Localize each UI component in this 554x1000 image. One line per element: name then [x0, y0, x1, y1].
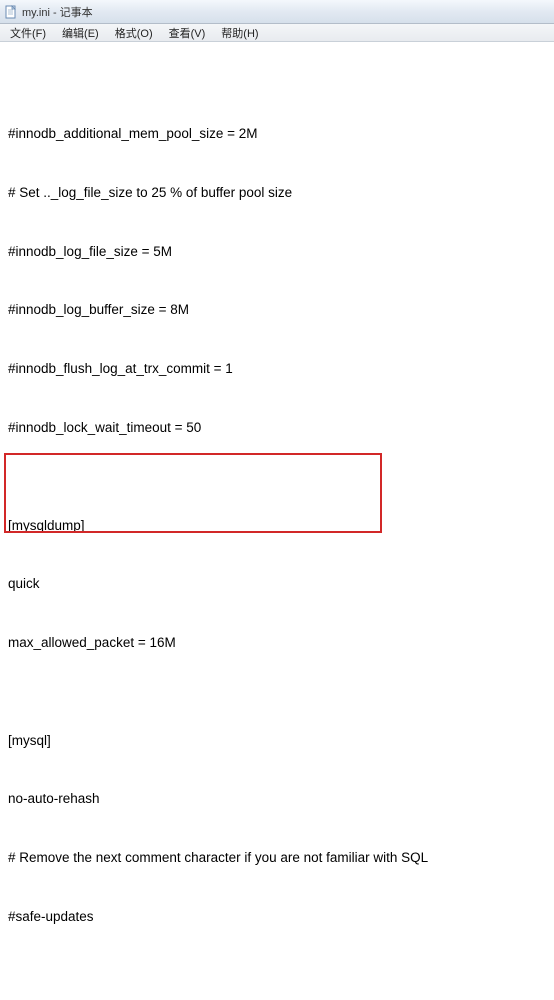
- text-editor-area[interactable]: #innodb_additional_mem_pool_size = 2M # …: [0, 42, 554, 1000]
- document-icon: [4, 5, 18, 19]
- editor-line: #innodb_flush_log_at_trx_commit = 1: [8, 359, 546, 379]
- editor-line: #innodb_lock_wait_timeout = 50: [8, 418, 546, 438]
- menu-format[interactable]: 格式(O): [107, 24, 161, 42]
- editor-line: quick: [8, 574, 546, 594]
- window-titlebar: my.ini - 记事本: [0, 0, 554, 24]
- editor-line: #innodb_additional_mem_pool_size = 2M: [8, 124, 546, 144]
- editor-line: [mysql]: [8, 731, 546, 751]
- editor-line: #innodb_log_buffer_size = 8M: [8, 300, 546, 320]
- editor-line: #safe-updates: [8, 907, 546, 927]
- editor-line: max_allowed_packet = 16M: [8, 633, 546, 653]
- editor-line: #innodb_log_file_size = 5M: [8, 242, 546, 262]
- editor-line: # Remove the next comment character if y…: [8, 848, 546, 868]
- editor-line: no-auto-rehash: [8, 789, 546, 809]
- menubar: 文件(F) 编辑(E) 格式(O) 查看(V) 帮助(H): [0, 24, 554, 42]
- menu-file[interactable]: 文件(F): [2, 24, 54, 42]
- editor-line: [mysqldump]: [8, 516, 546, 536]
- menu-edit[interactable]: 编辑(E): [54, 24, 107, 42]
- window-title-text: my.ini - 记事本: [22, 4, 93, 20]
- editor-line: # Set .._log_file_size to 25 % of buffer…: [8, 183, 546, 203]
- menu-help[interactable]: 帮助(H): [213, 24, 266, 42]
- menu-view[interactable]: 查看(V): [161, 24, 214, 42]
